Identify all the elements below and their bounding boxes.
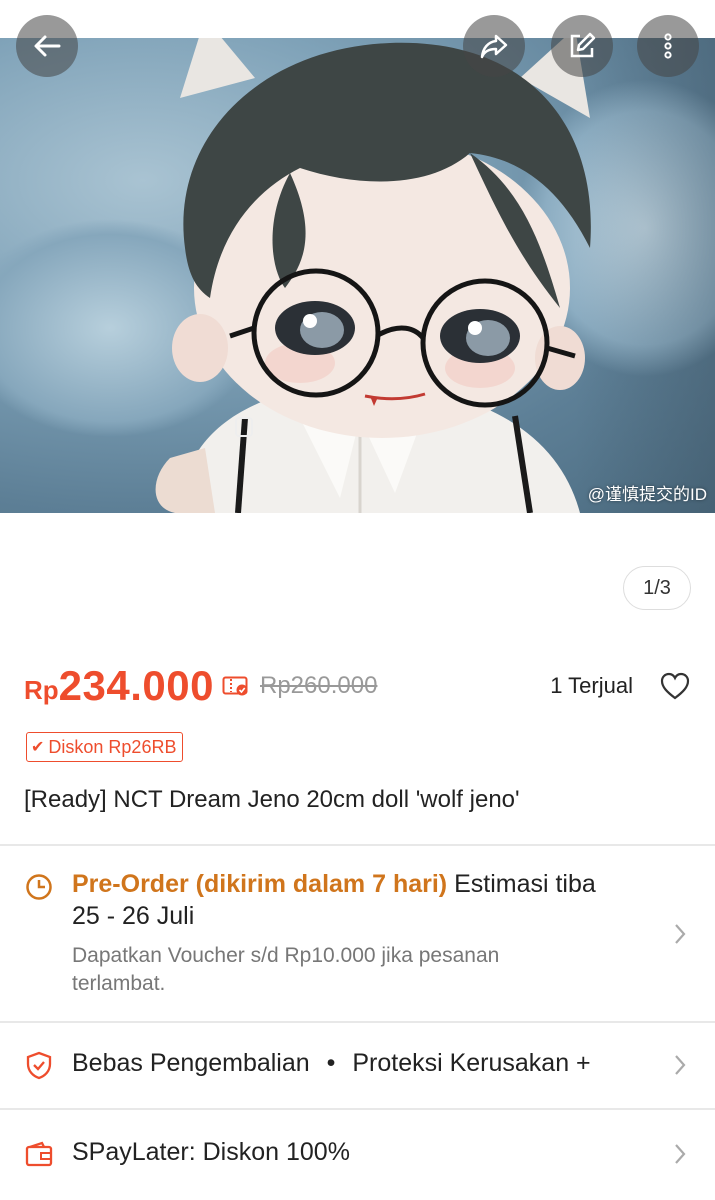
shield-icon <box>26 1051 52 1080</box>
more-button[interactable] <box>637 15 699 77</box>
product-image[interactable]: @谨慎提交的ID <box>0 38 715 513</box>
image-watermark: @谨慎提交的ID <box>587 485 707 504</box>
more-vertical-icon <box>664 33 672 59</box>
discount-label: Diskon Rp26RB <box>48 736 177 757</box>
product-title: [Ready] NCT Dream Jeno 20cm doll 'wolf j… <box>24 786 520 813</box>
chevron-right-icon <box>675 924 686 944</box>
protection-text: Bebas Pengembalian • Proteksi Kerusakan … <box>72 1049 591 1078</box>
price-row: Rp 234.000 Rp260.000 1 Terjual <box>24 656 691 716</box>
discount-badge: ✔ Diskon Rp26RB <box>26 732 184 762</box>
current-price: 234.000 <box>58 662 214 709</box>
free-return-label: Bebas Pengembalian <box>72 1049 310 1077</box>
arrival-date: 25 - 26 Juli <box>72 902 195 930</box>
doll-illustration <box>155 38 591 513</box>
separator-dot: • <box>326 1049 336 1077</box>
clock-icon <box>26 874 52 900</box>
wallet-icon <box>25 1141 53 1167</box>
paylater-text: SPayLater: Diskon 100% <box>72 1138 350 1166</box>
edit-square-icon <box>570 32 596 58</box>
chevron-right-icon <box>675 1144 686 1164</box>
image-counter: 1/3 <box>623 566 691 610</box>
chevron-right-icon <box>675 1055 686 1075</box>
estimasi-label: Estimasi tiba <box>454 870 596 898</box>
preorder-label: Pre-Order (dikirim dalam 7 hari) <box>72 870 448 898</box>
original-price: Rp260.000 <box>260 672 378 699</box>
damage-protection-label: Proteksi Kerusakan + <box>352 1049 591 1077</box>
check-icon: ✔ <box>31 739 45 756</box>
currency-label: Rp <box>24 674 59 705</box>
sold-count: 1 Terjual <box>550 673 633 698</box>
arrow-left-icon <box>34 35 61 57</box>
preorder-line: Pre-Order (dikirim dalam 7 hari) Estimas… <box>72 870 596 899</box>
share-arrow-icon <box>480 34 508 59</box>
voucher-ticket-icon <box>222 676 248 696</box>
heart-icon[interactable] <box>659 671 691 701</box>
late-voucher-note: Dapatkan Voucher s/d Rp10.000 jika pesan… <box>72 944 500 995</box>
back-button[interactable] <box>16 15 78 77</box>
share-button[interactable] <box>463 15 525 77</box>
edit-button[interactable] <box>551 15 613 77</box>
